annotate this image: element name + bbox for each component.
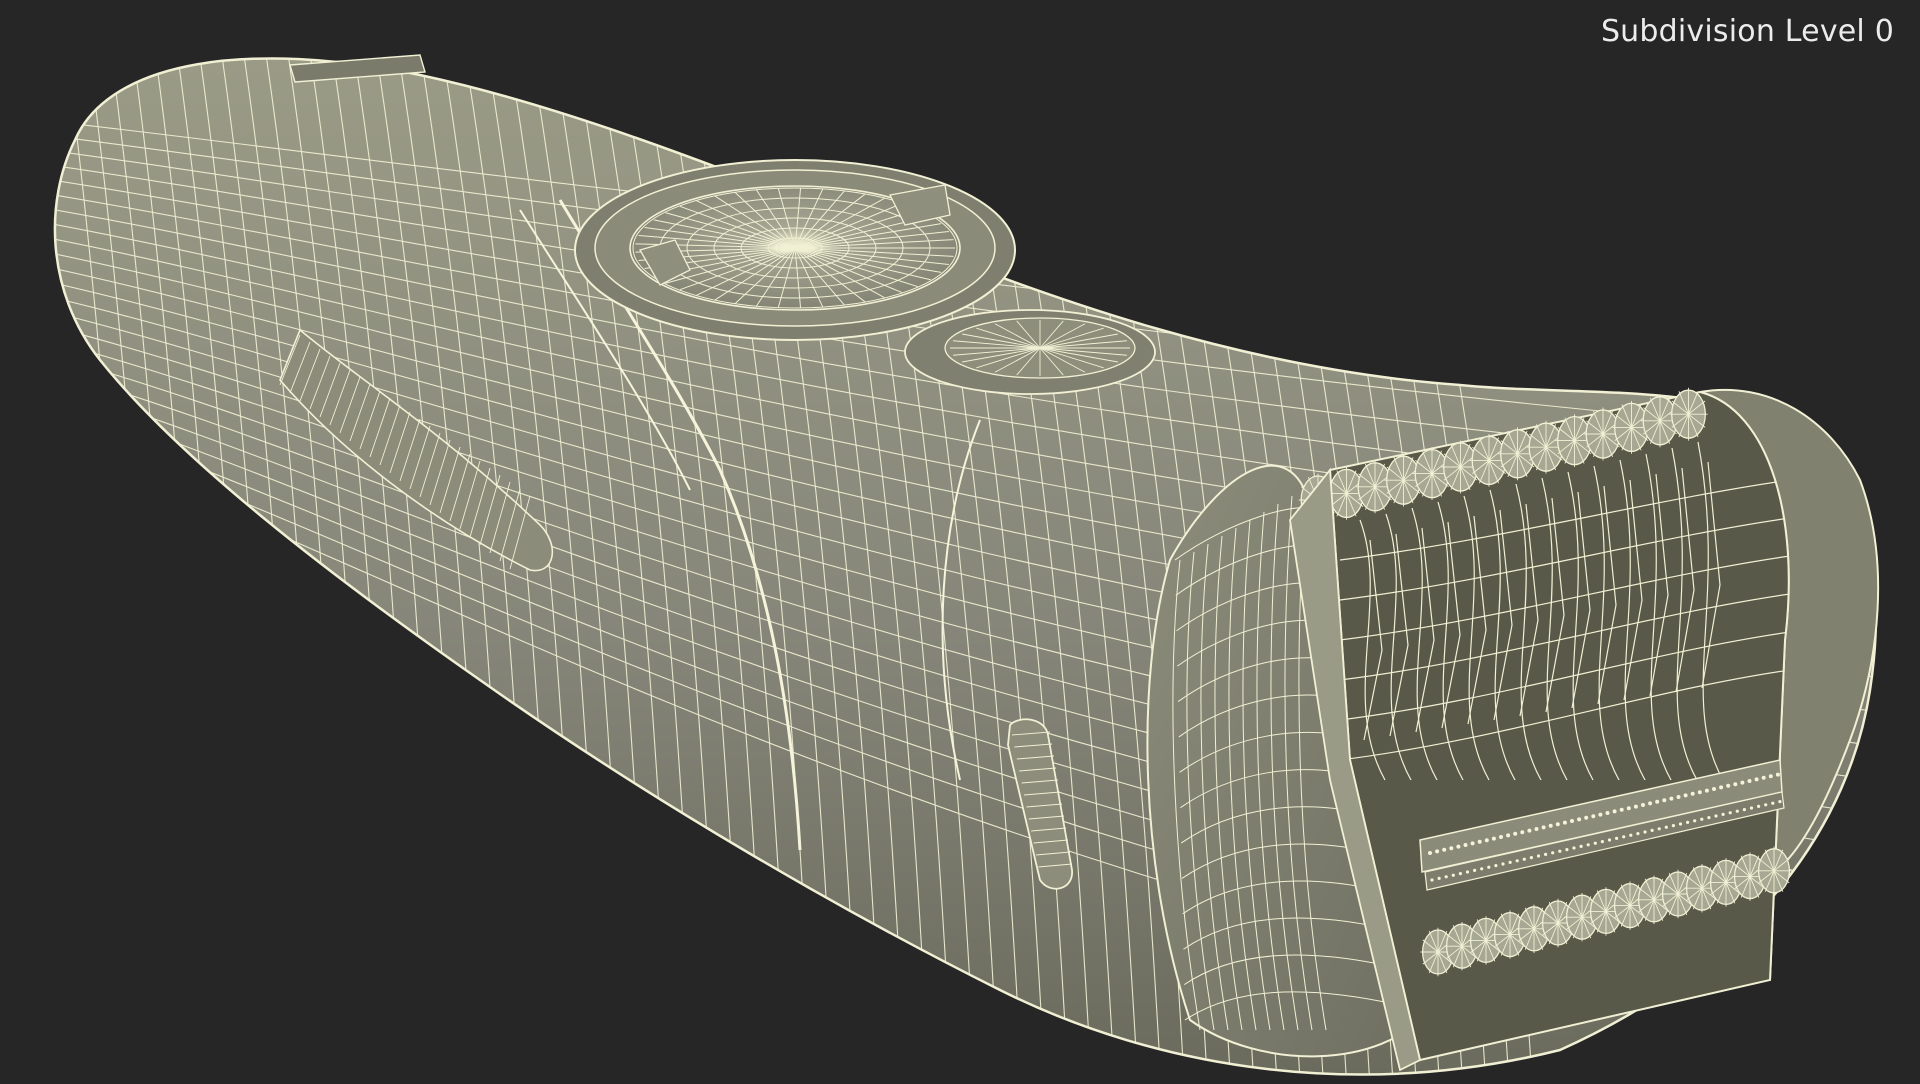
- wireframe-model: [53, 54, 1880, 1076]
- subdivision-level-label: Subdivision Level 0: [1600, 14, 1894, 49]
- speed-dial[interactable]: [574, 159, 1016, 341]
- 3d-viewport[interactable]: [0, 0, 1920, 1080]
- power-button[interactable]: [904, 309, 1156, 395]
